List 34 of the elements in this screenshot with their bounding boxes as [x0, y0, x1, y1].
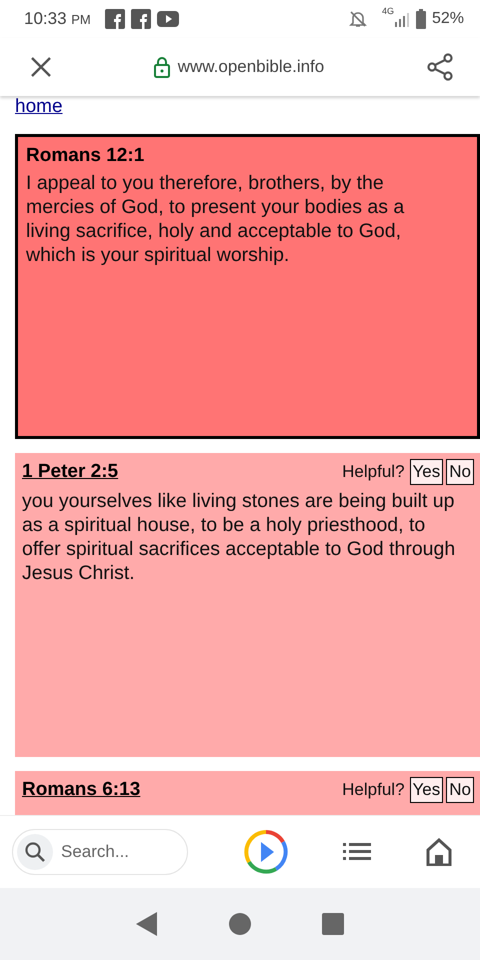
verse-reference[interactable]: 1 Peter 2:5	[22, 461, 340, 483]
close-icon[interactable]	[30, 56, 52, 78]
signal-icon	[394, 11, 410, 27]
play-circle-icon[interactable]	[242, 829, 289, 875]
clock-time: 10:33 PM	[24, 9, 91, 29]
list-icon[interactable]	[343, 842, 372, 862]
home-circle-icon[interactable]	[228, 913, 251, 935]
muted-bell-icon	[348, 9, 368, 29]
facebook-icon	[104, 9, 125, 29]
search-field[interactable]: Search...	[59, 841, 173, 863]
network-type: 4G	[382, 6, 394, 16]
search-icon	[24, 841, 46, 863]
facebook-icon	[130, 9, 151, 29]
recents-icon[interactable]	[322, 913, 344, 935]
back-icon[interactable]	[136, 912, 158, 936]
lock-icon	[154, 56, 170, 78]
verse-text: you yourselves like living stones are being built up as a spiritual house, to be a holy priesthood, to offer spiritual sacrifices acceptable to God through Jesus Christ.	[22, 489, 456, 585]
helpful-label: Helpful?	[342, 780, 405, 800]
battery-percent: 52%	[432, 10, 464, 28]
search-bar[interactable]: Search...	[12, 829, 188, 875]
battery-icon	[416, 9, 426, 29]
yes-button[interactable]: Yes	[410, 459, 444, 485]
verse-text: I appeal to you therefore, brothers, by the mercies of God, to present your bodies as a living sacrifice, holy and acceptable to God, which is your spiritual worship.	[26, 171, 406, 267]
no-button[interactable]: No	[446, 777, 474, 803]
video-play-icon	[156, 11, 179, 27]
verse-reference[interactable]: Romans 6:13	[22, 779, 340, 801]
yes-button[interactable]: Yes	[410, 777, 444, 803]
no-button[interactable]: No	[446, 459, 474, 485]
helpful-label: Helpful?	[342, 462, 405, 482]
share-icon[interactable]	[426, 53, 454, 81]
url-text: www.openbible.info	[178, 57, 324, 77]
verse-reference: Romans 12:1	[26, 145, 146, 167]
home-link[interactable]: home	[15, 96, 63, 118]
home-icon[interactable]	[426, 838, 452, 866]
